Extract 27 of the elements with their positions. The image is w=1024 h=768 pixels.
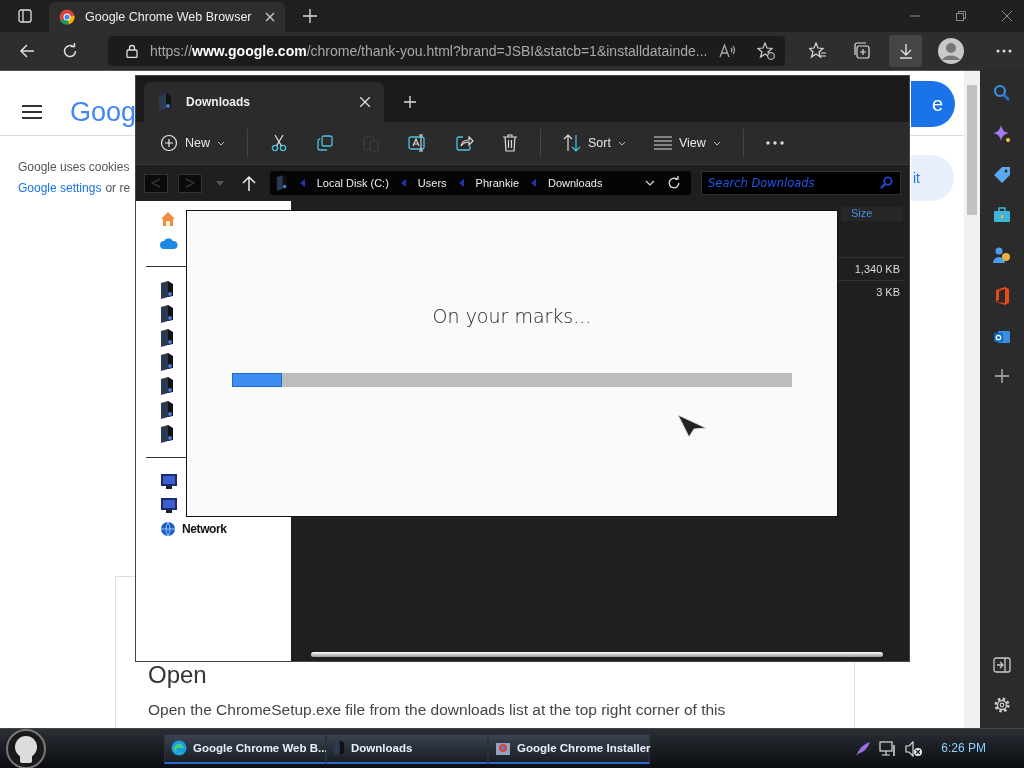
step-text: Open the ChromeSetup.exe file from the downloads list at the top right corner of this bbox=[148, 701, 727, 719]
address-bar[interactable]: https://www.google.com/chrome/thank-you.html?brand=JSBI&statcb=1&installdatainde... bbox=[108, 36, 786, 66]
step-heading: Open bbox=[148, 661, 208, 689]
settings-link[interactable]: Google settings bbox=[18, 181, 102, 195]
download-button[interactable]: e bbox=[911, 81, 955, 127]
address-bar[interactable]: Local Disk (C:) Users Phrankie Downloads bbox=[269, 171, 691, 195]
view-button[interactable]: View bbox=[641, 132, 733, 154]
cookie-notice: or re bbox=[105, 181, 131, 195]
column-header[interactable]: Size bbox=[841, 207, 903, 221]
new-button[interactable]: New bbox=[148, 130, 237, 156]
sort-button[interactable]: Sort bbox=[551, 130, 638, 156]
breadcrumb[interactable]: Users bbox=[417, 177, 447, 189]
taskbar-button[interactable]: Downloads bbox=[326, 733, 488, 764]
clock[interactable]: 6:26 PM bbox=[941, 740, 986, 755]
url-text: https://www.google.com/chrome/thank-you.html?brand=JSBI&statcb=1&installdatainde... bbox=[150, 43, 708, 59]
taskbar-button[interactable]: Google Chrome Installer bbox=[488, 733, 650, 764]
cookie-notice: Google uses cookies bbox=[18, 160, 131, 174]
breadcrumb[interactable]: Phrankie bbox=[475, 177, 519, 189]
nav-item[interactable]: Network bbox=[182, 522, 227, 536]
breadcrumb[interactable]: Downloads bbox=[548, 177, 603, 189]
google-logo: Goog bbox=[70, 96, 137, 128]
search-field[interactable]: Search Downloads bbox=[701, 171, 901, 195]
browser-tab[interactable]: Google Chrome Web Browser bbox=[49, 2, 285, 32]
status-message: On your marks... bbox=[432, 305, 592, 327]
explorer-tab[interactable]: Downloads bbox=[144, 82, 384, 122]
cookie-button[interactable]: it bbox=[911, 155, 954, 201]
breadcrumb[interactable]: Local Disk (C:) bbox=[316, 177, 389, 189]
